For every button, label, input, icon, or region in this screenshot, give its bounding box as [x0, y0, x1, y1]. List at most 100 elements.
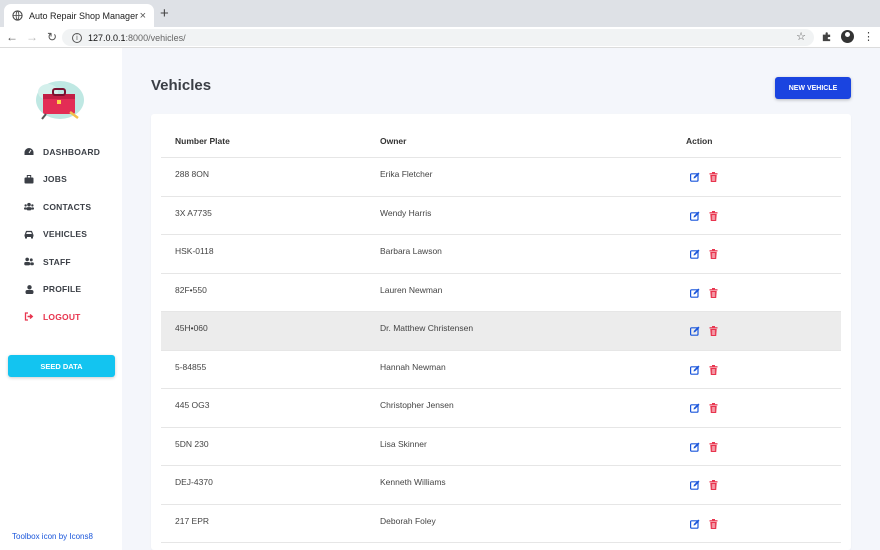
row-actions — [690, 287, 718, 298]
row-actions — [690, 364, 718, 375]
owner-cell: Christopher Jensen — [380, 400, 454, 410]
edit-icon[interactable] — [690, 288, 700, 298]
info-icon[interactable]: i — [72, 32, 82, 43]
plate-cell: 3X A7735 — [175, 207, 212, 218]
sidebar-item-label: LOGOUT — [43, 311, 81, 322]
owner-cell: Barbara Lawson — [380, 246, 442, 256]
new-tab-button[interactable]: + — [160, 5, 169, 22]
car-icon — [24, 230, 34, 239]
delete-icon[interactable] — [709, 403, 718, 413]
plate-cell: 82F•550 — [175, 284, 207, 295]
back-icon[interactable]: ← — [4, 30, 20, 44]
tab-close-icon[interactable]: × — [140, 10, 146, 22]
row-actions — [690, 518, 718, 529]
table-row: 82F•550 Lauren Newman — [161, 274, 841, 312]
forward-icon[interactable]: → — [24, 30, 40, 44]
plate-cell: HSK-0118 — [175, 246, 214, 256]
plate-cell: 445 OG3 — [175, 400, 210, 410]
url-path: :8000/vehicles/ — [125, 32, 186, 43]
edit-icon[interactable] — [690, 403, 700, 413]
table-header: Number Plate Owner Action — [161, 114, 841, 158]
sidebar-nav: DASHBOARD JOBS CONTACTS VEHICLES STAFF P… — [0, 138, 122, 331]
sidebar-item-label: JOBS — [43, 174, 67, 185]
toolbox-logo-icon — [36, 81, 84, 120]
plate-cell: 288 8ON — [175, 169, 210, 179]
delete-icon[interactable] — [709, 172, 718, 182]
plate-cell: DEJ-4370 — [175, 477, 213, 487]
table-row: 217 EPR Deborah Foley — [161, 505, 841, 543]
delete-icon[interactable] — [709, 518, 718, 529]
browser-tab-bar: Auto Repair Shop Manager × + — [0, 0, 880, 27]
edit-icon[interactable] — [690, 365, 700, 375]
delete-icon[interactable] — [709, 287, 718, 298]
sidebar-item-dashboard[interactable]: DASHBOARD — [0, 138, 122, 166]
owner-cell: Lisa Skinner — [380, 438, 427, 449]
extensions-icon[interactable] — [821, 31, 832, 42]
plate-cell: 45H•060 — [175, 323, 208, 333]
edit-icon[interactable] — [690, 442, 700, 452]
table-row: 445 OG3 Christopher Jensen — [161, 389, 841, 428]
user-friends-icon — [24, 257, 34, 266]
bookmark-star-icon[interactable]: ☆ — [796, 30, 806, 43]
url-input[interactable]: i 127.0.0.1:8000/vehicles/ ☆ — [62, 29, 814, 46]
delete-icon[interactable] — [709, 249, 718, 259]
row-actions — [690, 210, 718, 221]
sign-out-icon — [24, 312, 34, 321]
sidebar-item-vehicles[interactable]: VEHICLES — [0, 221, 122, 249]
delete-icon[interactable] — [709, 326, 718, 336]
edit-icon[interactable] — [690, 326, 700, 336]
dashboard-icon — [24, 147, 34, 156]
edit-icon[interactable] — [690, 172, 700, 182]
delete-icon[interactable] — [709, 210, 718, 221]
table-row: 3X A7735 Wendy Harris — [161, 197, 841, 235]
sidebar-item-logout[interactable]: LOGOUT — [0, 303, 122, 331]
new-vehicle-button[interactable]: NEW VEHICLE — [775, 77, 851, 99]
seed-data-button[interactable]: SEED DATA — [8, 355, 115, 377]
briefcase-icon — [24, 174, 34, 184]
table-row: 5DN 230 Lisa Skinner — [161, 428, 841, 466]
url-host: 127.0.0.1 — [88, 32, 126, 43]
table-row: DEJ-4370 Kenneth Williams — [161, 466, 841, 505]
edit-icon[interactable] — [690, 249, 700, 259]
plate-cell: 5DN 230 — [175, 438, 209, 449]
globe-icon — [12, 10, 23, 21]
row-actions — [690, 480, 718, 490]
table-row: 288 8ON Erika Fletcher — [161, 158, 841, 197]
owner-cell: Lauren Newman — [380, 284, 443, 295]
sidebar-item-label: PROFILE — [43, 284, 82, 295]
edit-icon[interactable] — [690, 480, 700, 490]
address-bar: ← → ↻ i 127.0.0.1:8000/vehicles/ ☆ ⋮ — [0, 27, 880, 48]
table-body: 288 8ON Erika Fletcher 3X A7735 Wendy Harri… — [161, 158, 841, 543]
owner-cell: Hannah Newman — [380, 361, 446, 372]
plate-cell: 5-84855 — [175, 361, 207, 372]
sidebar-item-staff[interactable]: STAFF — [0, 248, 122, 276]
owner-cell: Wendy Harris — [380, 207, 432, 218]
owner-cell: Dr. Matthew Christensen — [380, 323, 474, 333]
sidebar-item-label: VEHICLES — [43, 229, 88, 240]
plate-cell: 217 EPR — [175, 515, 210, 526]
row-actions — [690, 326, 718, 336]
row-actions — [690, 403, 718, 413]
table-row: 5-84855 Hannah Newman — [161, 351, 841, 389]
sidebar: DASHBOARD JOBS CONTACTS VEHICLES STAFF P… — [0, 48, 122, 550]
sidebar-item-contacts[interactable]: CONTACTS — [0, 193, 122, 221]
table-row: 45H•060 Dr. Matthew Christensen — [161, 312, 841, 351]
more-menu-icon[interactable]: ⋮ — [863, 30, 874, 43]
delete-icon[interactable] — [709, 441, 718, 452]
owner-cell: Kenneth Williams — [380, 477, 446, 487]
reload-icon[interactable]: ↻ — [44, 30, 60, 44]
browser-tab[interactable]: Auto Repair Shop Manager × — [4, 4, 154, 27]
sidebar-item-jobs[interactable]: JOBS — [0, 166, 122, 194]
owner-cell: Deborah Foley — [380, 515, 436, 526]
owner-cell: Erika Fletcher — [380, 169, 433, 179]
sidebar-item-profile[interactable]: PROFILE — [0, 276, 122, 304]
edit-icon[interactable] — [690, 211, 700, 221]
row-actions — [690, 441, 718, 452]
tab-title: Auto Repair Shop Manager — [29, 10, 139, 21]
vehicles-table-card: Number Plate Owner Action 288 8ON Erika F… — [151, 114, 851, 550]
icon-credit-link[interactable]: Toolbox icon by Icons8 — [12, 532, 93, 541]
delete-icon[interactable] — [709, 480, 718, 490]
profile-avatar-icon[interactable] — [841, 30, 854, 43]
delete-icon[interactable] — [709, 364, 718, 375]
edit-icon[interactable] — [690, 519, 700, 529]
